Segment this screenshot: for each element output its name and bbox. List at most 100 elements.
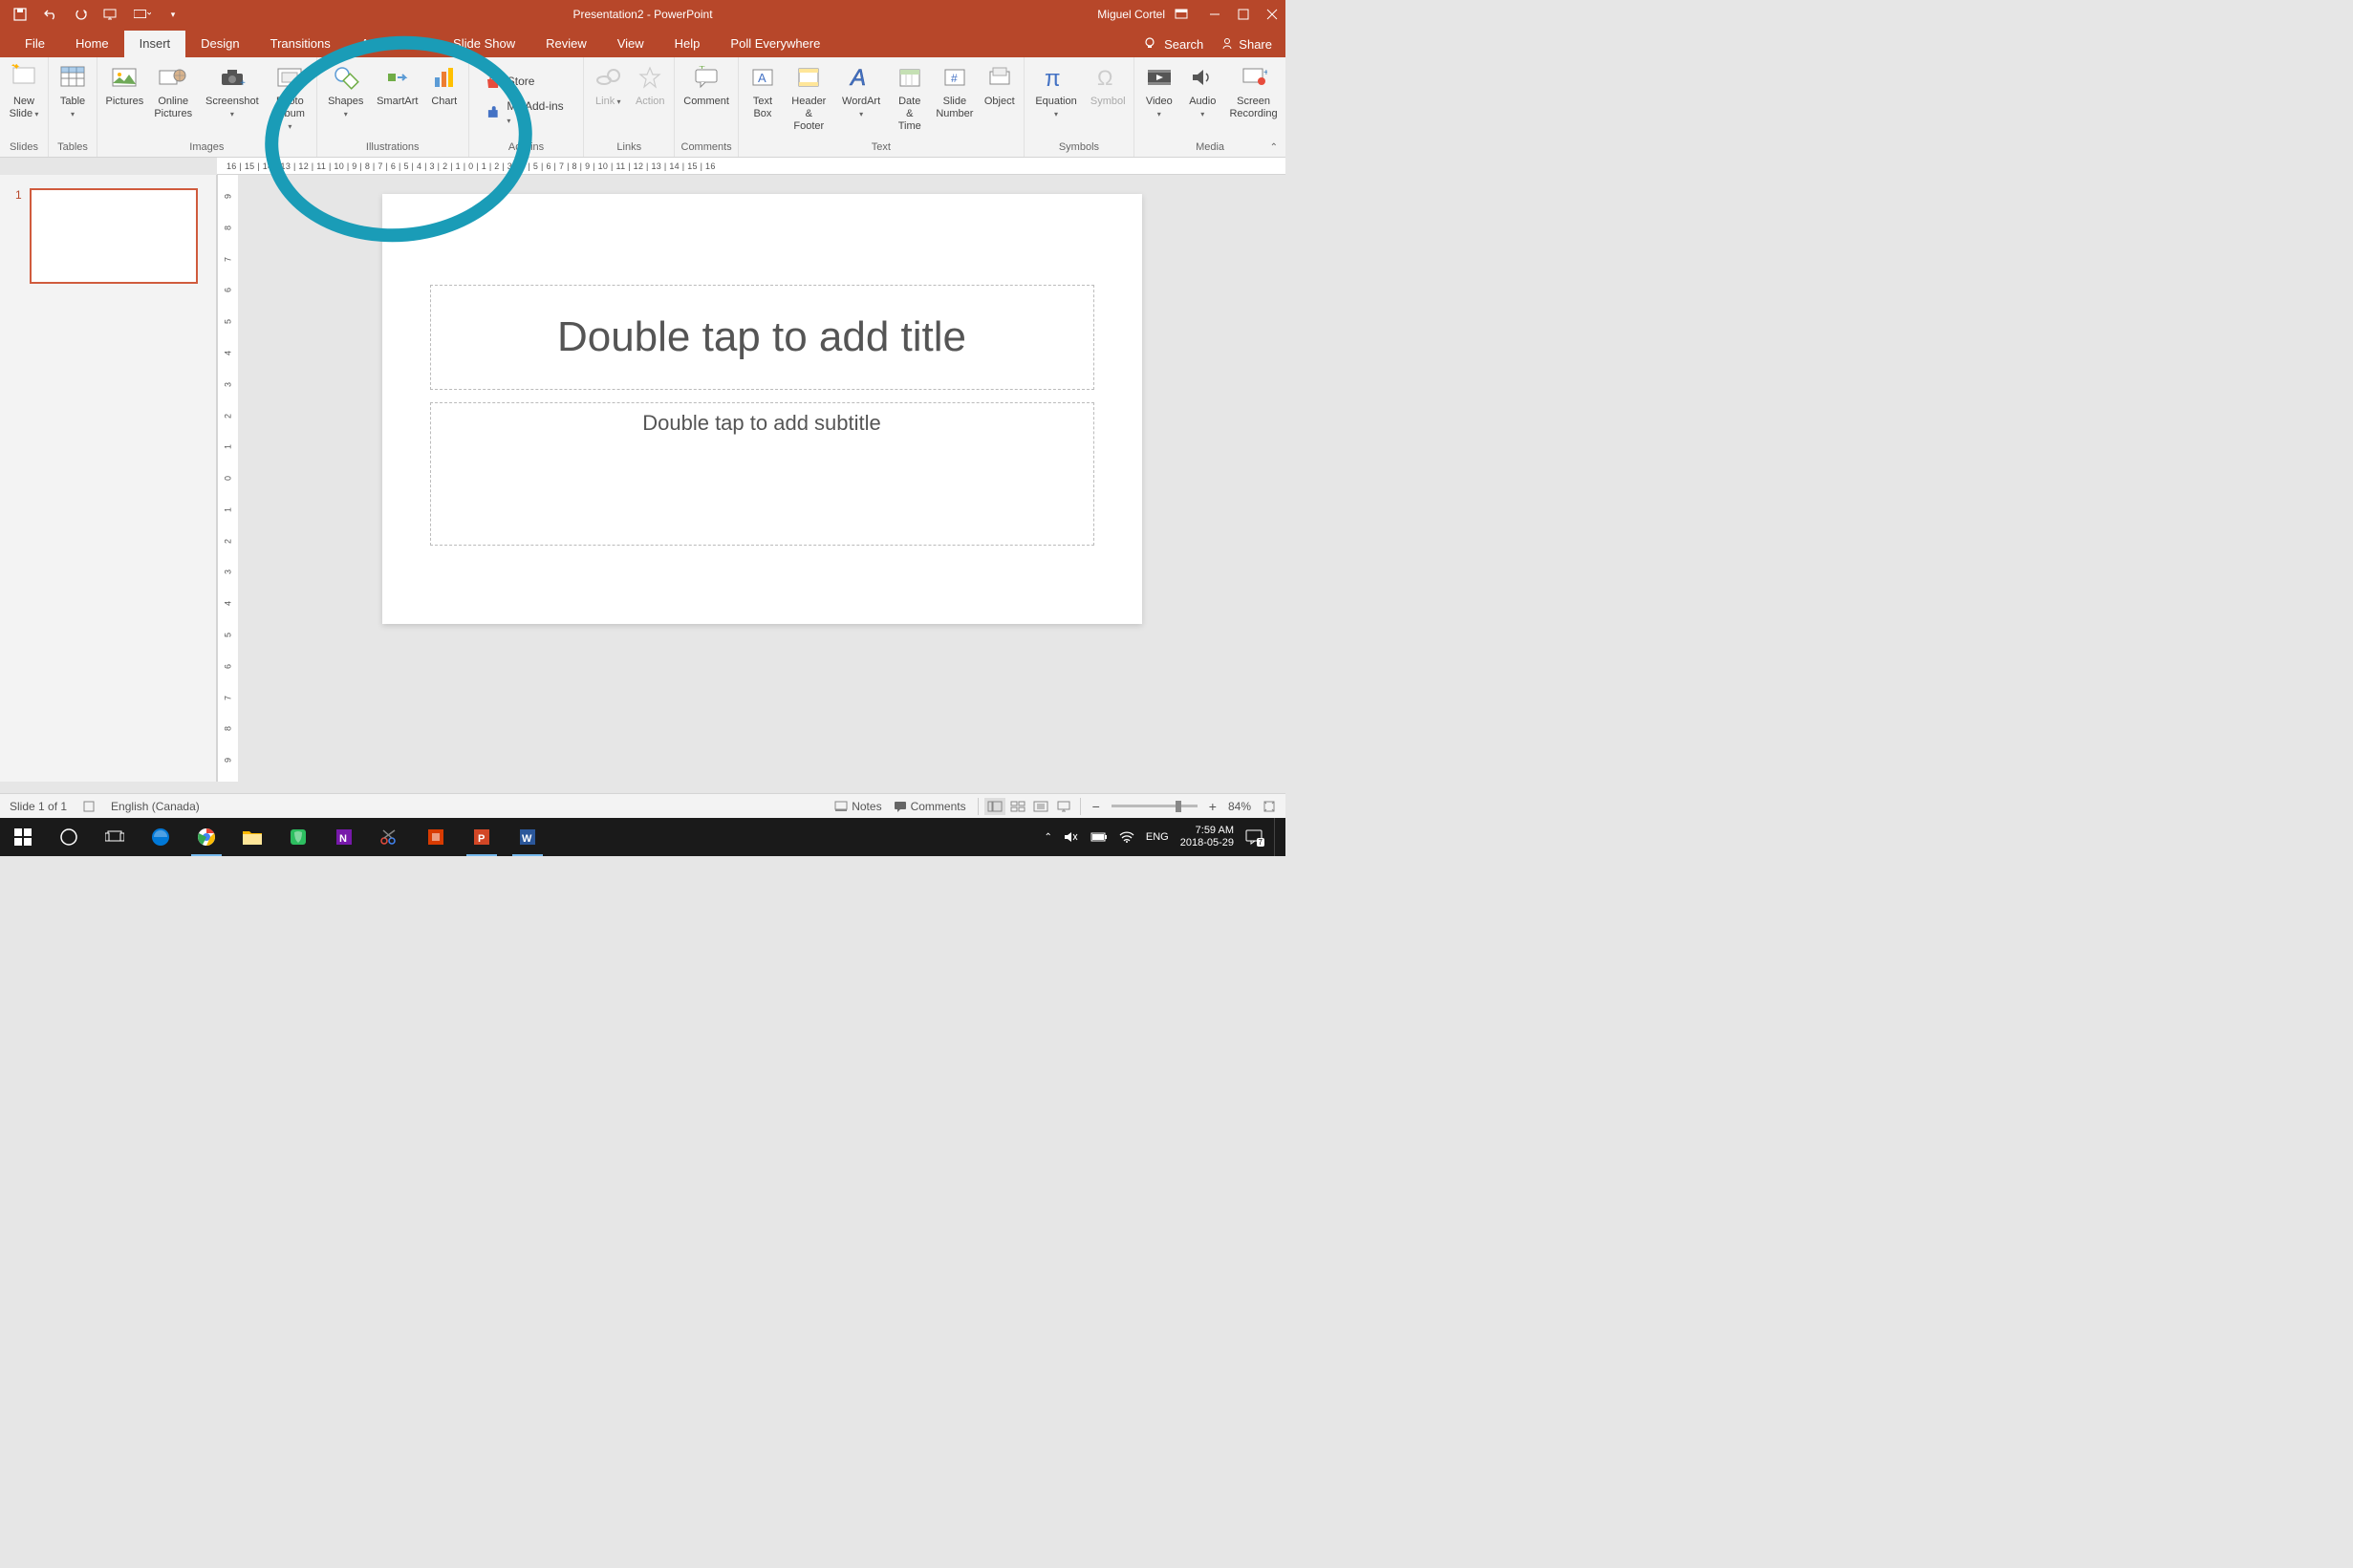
photo-album-icon xyxy=(274,62,305,93)
header-footer-icon xyxy=(793,62,824,93)
new-slide-icon: ✦ xyxy=(9,62,39,93)
slideshow-view-icon[interactable] xyxy=(1053,798,1074,815)
ribbon-display-options-icon[interactable] xyxy=(1175,9,1188,20)
screen-recording-button[interactable]: + Screen Recording xyxy=(1225,60,1282,139)
undo-icon[interactable] xyxy=(42,6,59,23)
video-button[interactable]: Video xyxy=(1138,60,1179,139)
slide[interactable]: Double tap to add title Double tap to ad… xyxy=(382,194,1142,624)
redo-icon[interactable] xyxy=(73,6,90,23)
my-addins-button[interactable]: My Add-ins xyxy=(479,97,573,129)
pictures-button[interactable]: Pictures xyxy=(101,60,148,139)
file-explorer-taskbar-icon[interactable] xyxy=(229,818,275,856)
chrome-taskbar-icon[interactable] xyxy=(183,818,229,856)
audio-button[interactable]: Audio xyxy=(1182,60,1224,139)
header-footer-button[interactable]: Header & Footer xyxy=(785,60,833,139)
qat-dropdown-icon[interactable] xyxy=(134,6,151,23)
tray-battery-icon[interactable] xyxy=(1090,831,1108,843)
tab-help[interactable]: Help xyxy=(659,31,716,57)
link-button[interactable]: Link xyxy=(588,60,628,139)
comment-button[interactable]: + Comment xyxy=(679,60,734,139)
zoom-in-icon[interactable]: + xyxy=(1209,799,1217,814)
new-slide-button[interactable]: ✦ New Slide xyxy=(4,60,44,139)
slide-canvas-area[interactable]: Double tap to add title Double tap to ad… xyxy=(238,175,1285,782)
tell-me-search[interactable]: Search xyxy=(1143,36,1203,52)
app-taskbar-icon-1[interactable] xyxy=(413,818,459,856)
textbox-button[interactable]: A Text Box xyxy=(743,60,783,139)
shapes-icon xyxy=(331,62,361,93)
zoom-level[interactable]: 84% xyxy=(1228,800,1251,813)
object-button[interactable]: Object xyxy=(980,60,1020,139)
zoom-slider[interactable] xyxy=(1112,805,1198,807)
tab-slideshow[interactable]: Slide Show xyxy=(438,31,530,57)
task-view-button[interactable] xyxy=(92,818,138,856)
tray-chevron-up-icon[interactable]: ⌃ xyxy=(1044,832,1051,843)
cortana-button[interactable] xyxy=(46,818,92,856)
tab-file[interactable]: File xyxy=(10,31,60,57)
action-button[interactable]: Action xyxy=(630,60,670,139)
slide-sorter-view-icon[interactable] xyxy=(1007,798,1028,815)
datetime-icon xyxy=(895,62,925,93)
start-button[interactable] xyxy=(0,818,46,856)
zoom-out-icon[interactable]: − xyxy=(1092,799,1100,814)
wordart-button[interactable]: A WordArt xyxy=(835,60,888,139)
symbol-button[interactable]: Ω Symbol xyxy=(1086,60,1130,139)
comment-icon: + xyxy=(691,62,722,93)
tab-home[interactable]: Home xyxy=(60,31,124,57)
svg-text:A: A xyxy=(849,65,866,90)
tab-design[interactable]: Design xyxy=(185,31,254,57)
group-label-tables: Tables xyxy=(53,139,93,157)
language-status[interactable]: English (Canada) xyxy=(111,800,200,813)
fit-slide-icon[interactable] xyxy=(1263,800,1276,813)
collapse-ribbon-icon[interactable]: ⌃ xyxy=(1270,142,1278,153)
photo-album-button[interactable]: Photo Album xyxy=(268,60,313,139)
save-icon[interactable] xyxy=(11,6,29,23)
shapes-button[interactable]: Shapes xyxy=(321,60,371,139)
word-taskbar-icon[interactable]: W xyxy=(505,818,550,856)
maximize-icon[interactable] xyxy=(1238,9,1249,20)
comments-button[interactable]: Comments xyxy=(894,800,966,813)
qat-customize-icon[interactable]: ▾ xyxy=(164,6,182,23)
tray-clock[interactable]: 7:59 AM 2018-05-29 xyxy=(1180,825,1234,849)
accessibility-icon[interactable] xyxy=(82,800,96,813)
slidenumber-button[interactable]: # Slide Number xyxy=(932,60,978,139)
store-button[interactable]: Store xyxy=(479,70,573,93)
slide-panel[interactable]: 1 xyxy=(0,175,217,782)
tab-polleverywhere[interactable]: Poll Everywhere xyxy=(715,31,835,57)
tab-animations[interactable]: Animations xyxy=(346,31,438,57)
tray-volume-icon[interactable] xyxy=(1064,830,1079,844)
tab-insert[interactable]: Insert xyxy=(124,31,186,57)
tray-wifi-icon[interactable] xyxy=(1119,830,1134,844)
tab-transitions[interactable]: Transitions xyxy=(255,31,346,57)
onenote-taskbar-icon[interactable]: N xyxy=(321,818,367,856)
notes-button[interactable]: Notes xyxy=(834,800,881,813)
title-placeholder[interactable]: Double tap to add title xyxy=(430,285,1094,390)
close-icon[interactable] xyxy=(1266,9,1278,20)
show-desktop-button[interactable] xyxy=(1274,818,1280,856)
evernote-taskbar-icon[interactable] xyxy=(275,818,321,856)
screenshot-button[interactable]: + Screenshot xyxy=(199,60,266,139)
snipping-tool-taskbar-icon[interactable] xyxy=(367,818,413,856)
chart-button[interactable]: Chart xyxy=(424,60,464,139)
start-from-beginning-icon[interactable] xyxy=(103,6,120,23)
link-icon xyxy=(593,62,623,93)
tab-review[interactable]: Review xyxy=(530,31,602,57)
powerpoint-taskbar-icon[interactable]: P xyxy=(459,818,505,856)
account-name[interactable]: Miguel Cortel xyxy=(1097,8,1165,21)
reading-view-icon[interactable] xyxy=(1030,798,1051,815)
audio-icon xyxy=(1187,62,1218,93)
tray-language[interactable]: ENG xyxy=(1146,831,1169,843)
smartart-button[interactable]: SmartArt xyxy=(373,60,422,139)
edge-taskbar-icon[interactable] xyxy=(138,818,183,856)
tab-view[interactable]: View xyxy=(602,31,659,57)
table-button[interactable]: Table xyxy=(53,60,93,139)
equation-button[interactable]: π Equation xyxy=(1028,60,1085,139)
minimize-icon[interactable] xyxy=(1209,9,1220,20)
thumbnail-number: 1 xyxy=(15,188,22,284)
share-button[interactable]: Share xyxy=(1220,37,1272,52)
datetime-button[interactable]: Date & Time xyxy=(890,60,930,139)
slide-thumbnail[interactable] xyxy=(30,188,198,284)
online-pictures-button[interactable]: Online Pictures xyxy=(150,60,197,139)
subtitle-placeholder[interactable]: Double tap to add subtitle xyxy=(430,402,1094,546)
tray-action-center-icon[interactable]: 7 xyxy=(1245,829,1263,845)
normal-view-icon[interactable] xyxy=(984,798,1005,815)
